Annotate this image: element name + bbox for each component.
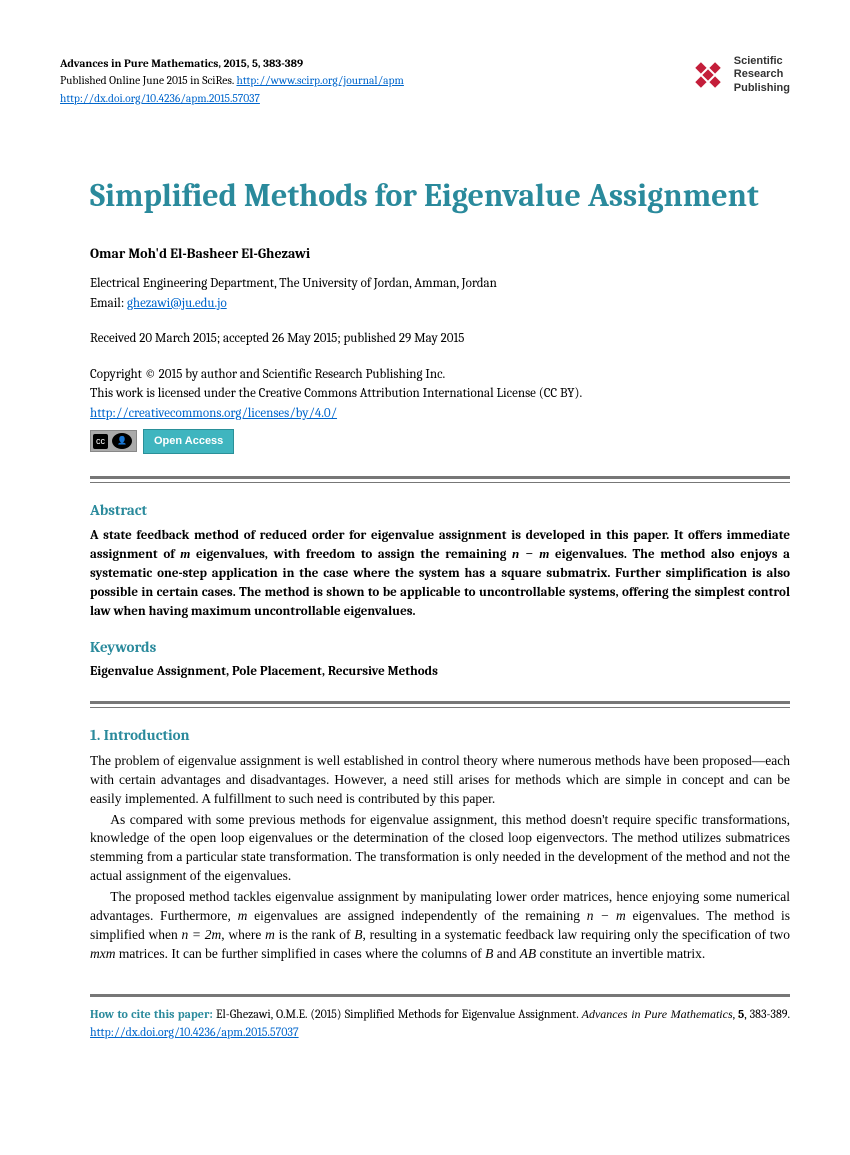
var-n-minus-m: n − m bbox=[587, 908, 626, 923]
intro-frag: matrices. It can be further simplified i… bbox=[116, 946, 486, 961]
license-url-link[interactable]: http://creativecommons.org/licenses/by/4… bbox=[90, 406, 337, 421]
author-email: Email: ghezawi@ju.edu.jo bbox=[90, 294, 790, 314]
logo-line3: Publishing bbox=[734, 82, 790, 95]
logo-line2: Research bbox=[734, 68, 790, 81]
citation-doi-link[interactable]: http://dx.doi.org/10.4236/apm.2015.57037 bbox=[90, 1025, 299, 1039]
publisher-logo-text: Scientific Research Publishing bbox=[734, 55, 790, 95]
intro-frag: , where bbox=[221, 927, 265, 942]
keywords-text: Eigenvalue Assignment, Pole Placement, R… bbox=[90, 664, 790, 679]
author-affiliation: Electrical Engineering Department, The U… bbox=[90, 274, 790, 294]
citation-text1: El-Ghezawi, O.M.E. (2015) Simplified Met… bbox=[213, 1007, 582, 1021]
journal-url-link[interactable]: http://www.scirp.org/journal/apm bbox=[236, 74, 403, 87]
intro-frag: eigenvalues are assigned independently o… bbox=[247, 908, 586, 923]
publisher-logo: Scientific Research Publishing bbox=[688, 55, 790, 95]
email-label: Email: bbox=[90, 296, 127, 311]
intro-p1: The problem of eigenvalue assignment is … bbox=[90, 752, 790, 809]
copyright-line2: This work is licensed under the Creative… bbox=[90, 384, 790, 404]
publication-dates: Received 20 March 2015; accepted 26 May … bbox=[90, 329, 790, 349]
copyright-line1: Copyright © 2015 by author and Scientifi… bbox=[90, 365, 790, 385]
var-n-minus-m: n − m bbox=[512, 546, 549, 561]
var-mxm: mxm bbox=[90, 946, 116, 961]
abstract-frag: eigenvalues, with freedom to assign the … bbox=[190, 547, 512, 562]
logo-line1: Scientific bbox=[734, 55, 790, 68]
divider-double-top bbox=[90, 476, 790, 483]
intro-frag: is the rank of bbox=[275, 927, 354, 942]
intro-frag: , resulting in a systematic feedback law… bbox=[363, 927, 791, 942]
intro-heading: 1. Introduction bbox=[90, 726, 790, 744]
paper-page: Advances in Pure Mathematics, 2015, 5, 3… bbox=[0, 0, 850, 1091]
divider-double-bottom bbox=[90, 701, 790, 708]
abstract-text: A state feedback method of reduced order… bbox=[90, 527, 790, 622]
var-m: m bbox=[265, 927, 275, 942]
publisher-logo-icon bbox=[688, 55, 728, 95]
author-name: Omar Moh'd El-Basheer El-Ghezawi bbox=[90, 243, 790, 264]
abstract-heading: Abstract bbox=[90, 501, 790, 519]
by-circle-icon: 👤 bbox=[112, 433, 132, 449]
header-meta: Advances in Pure Mathematics, 2015, 5, 3… bbox=[60, 55, 404, 107]
open-access-badge: Open Access bbox=[143, 429, 234, 454]
citation-footer: How to cite this paper: El-Ghezawi, O.M.… bbox=[90, 994, 790, 1041]
var-m: m bbox=[238, 908, 248, 923]
cc-label: cc bbox=[93, 434, 108, 450]
page-header: Advances in Pure Mathematics, 2015, 5, 3… bbox=[60, 55, 790, 107]
citation-text3: , 383-389. bbox=[744, 1007, 790, 1021]
publication-line: Published Online June 2015 in SciRes. ht… bbox=[60, 72, 404, 89]
cc-by-badge-icon: cc 👤 bbox=[90, 430, 137, 452]
paper-title: Simplified Methods for Eigenvalue Assign… bbox=[60, 177, 790, 215]
intro-frag: constitute an invertible matrix. bbox=[536, 946, 705, 961]
email-link[interactable]: ghezawi@ju.edu.jo bbox=[127, 296, 227, 311]
pub-prefix: Published Online June 2015 in SciRes. bbox=[60, 74, 236, 87]
citation-lead: How to cite this paper: bbox=[90, 1007, 213, 1021]
author-block: Omar Moh'd El-Basheer El-Ghezawi Electri… bbox=[60, 243, 790, 454]
var-m: m bbox=[180, 546, 190, 561]
license-badges: cc 👤 Open Access bbox=[90, 429, 790, 454]
var-B: B bbox=[354, 927, 362, 942]
keywords-heading: Keywords bbox=[90, 638, 790, 656]
journal-info: Advances in Pure Mathematics, 2015, 5, 3… bbox=[60, 55, 404, 72]
citation-journal: Advances in Pure Mathematics bbox=[582, 1007, 733, 1021]
intro-frag: and bbox=[493, 946, 519, 961]
var-AB: AB bbox=[520, 946, 537, 961]
intro-p2: As compared with some previous methods f… bbox=[90, 811, 790, 887]
abstract-section: Abstract A state feedback method of redu… bbox=[60, 501, 790, 679]
copyright-block: Copyright © 2015 by author and Scientifi… bbox=[90, 365, 790, 454]
intro-p3: The proposed method tackles eigenvalue a… bbox=[90, 888, 790, 964]
introduction-section: 1. Introduction The problem of eigenvalu… bbox=[60, 726, 790, 964]
license-url-line: http://creativecommons.org/licenses/by/4… bbox=[90, 404, 790, 424]
doi-line: http://dx.doi.org/10.4236/apm.2015.57037 bbox=[60, 90, 404, 107]
var-n-eq-2m: n = 2m bbox=[181, 927, 221, 942]
doi-link[interactable]: http://dx.doi.org/10.4236/apm.2015.57037 bbox=[60, 92, 260, 105]
